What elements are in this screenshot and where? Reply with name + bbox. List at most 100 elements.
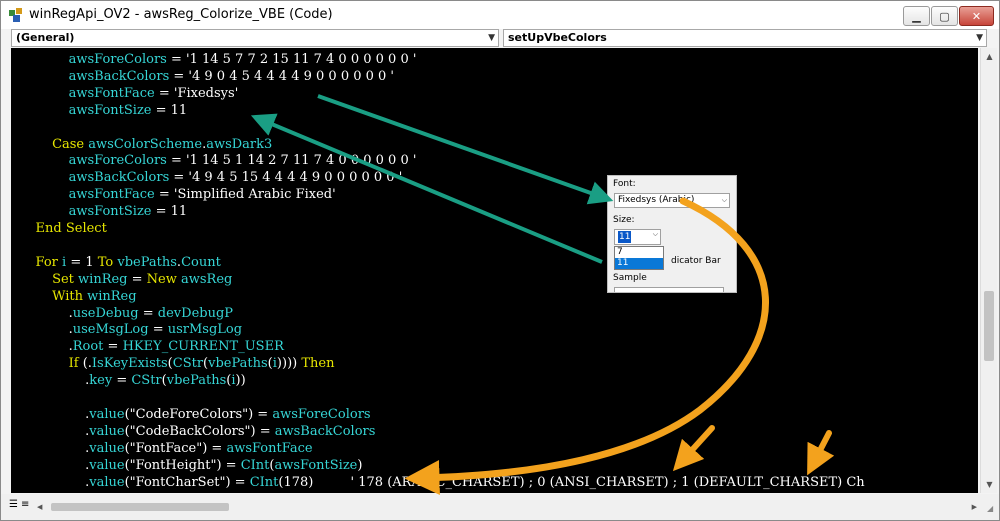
code-keyword: End Select xyxy=(35,221,107,236)
code-line[interactable]: End Select xyxy=(19,221,107,238)
code-line[interactable]: .Root = HKEY_CURRENT_USER xyxy=(19,339,284,356)
code-text: = '4 9 0 4 5 4 4 4 4 9 0 0 0 0 0 0 ' xyxy=(169,68,395,84)
horizontal-scrollbar[interactable]: ◀ ▶ xyxy=(37,500,977,514)
code-line[interactable]: awsBackColors = '4 9 0 4 5 4 4 4 4 9 0 0… xyxy=(19,69,394,86)
code-line[interactable]: awsFontSize = 11 xyxy=(19,204,188,221)
code-line[interactable]: If (.IsKeyExists(CStr(vbePaths(i)))) The… xyxy=(19,356,335,373)
code-identifier: key xyxy=(89,373,113,389)
code-identifier: vbePaths xyxy=(117,254,177,270)
code-line[interactable]: awsForeColors = '1 14 5 1 14 2 7 11 7 4 … xyxy=(19,153,417,170)
code-line[interactable]: awsFontFace = 'Simplified Arabic Fixed' xyxy=(19,187,336,204)
code-text: = 'Fixedsys' xyxy=(154,85,239,101)
font-select[interactable]: Fixedsys (Arabic) ⌵ xyxy=(614,193,730,208)
code-line[interactable]: .useMsgLog = usrMsgLog xyxy=(19,322,242,339)
code-keyword: If xyxy=(68,356,83,372)
full-module-view-icon[interactable]: ≡ xyxy=(21,499,31,511)
code-line[interactable]: .value("FontFace") = awsFontFace xyxy=(19,440,313,458)
code-identifier: CInt xyxy=(249,474,279,490)
code-text: = '1 14 5 7 7 2 15 11 7 4 0 0 0 0 0 0 ' xyxy=(166,52,417,67)
procedure-view-icon[interactable]: ☰ xyxy=(9,499,19,511)
title-bar[interactable]: winRegApi_OV2 - awsReg_Colorize_VBE (Cod… xyxy=(1,1,999,29)
code-line[interactable]: .value("FontCharSet") = CInt(178) ' 178 … xyxy=(19,475,865,492)
minimize-button[interactable]: ▁ xyxy=(903,6,930,26)
size-option-7[interactable]: 7 xyxy=(615,247,663,258)
code-identifier: awsFontFace xyxy=(68,187,155,203)
code-identifier: vbePaths xyxy=(166,373,227,389)
code-identifier: awsBackColors xyxy=(68,170,170,186)
code-keyword: New xyxy=(146,271,181,287)
size-options-list[interactable]: 7 11 xyxy=(614,246,664,270)
code-line[interactable]: .key = CStr(vbePaths(i)) xyxy=(19,373,246,390)
code-identifier: awsBackColors xyxy=(68,68,170,84)
code-line[interactable]: awsForeColors = '1 14 5 7 7 2 15 11 7 4 … xyxy=(19,52,417,69)
code-line[interactable]: .useDebug = devDebugP xyxy=(19,306,233,323)
font-options-popup: Font: Fixedsys (Arabic) ⌵ Size: 11 ⌵ 7 1… xyxy=(607,175,737,293)
code-identifier: CInt xyxy=(240,457,270,473)
scroll-down-icon[interactable]: ▼ xyxy=(981,476,998,493)
code-keyword: With xyxy=(52,288,88,304)
code-identifier: awsBackColors xyxy=(274,423,376,439)
font-label: Font: xyxy=(613,179,636,189)
code-line[interactable]: With winReg xyxy=(19,289,137,306)
code-text: ("FontFace") = xyxy=(124,440,227,456)
code-text: = '1 14 5 1 14 2 7 11 7 4 0 0 0 0 0 0 ' xyxy=(166,153,417,169)
scroll-up-icon[interactable]: ▲ xyxy=(981,48,998,65)
code-identifier: CStr xyxy=(131,373,162,389)
code-line[interactable]: awsFontSize = 11 xyxy=(19,102,188,120)
scroll-left-icon[interactable]: ◀ xyxy=(37,500,42,514)
code-line[interactable]: .value("CodeBackColors") = awsBackColors xyxy=(19,424,375,441)
code-identifier: devDebugP xyxy=(157,305,234,321)
code-text: ("CodeBackColors") = xyxy=(124,423,275,439)
sample-box xyxy=(614,287,724,292)
code-line[interactable]: For i = 1 To vbePaths.Count xyxy=(19,255,221,272)
horizontal-scroll-thumb[interactable] xyxy=(51,503,229,511)
scroll-right-icon[interactable]: ▶ xyxy=(972,500,977,514)
code-text: ) xyxy=(357,457,363,473)
code-identifier: Count xyxy=(181,254,221,270)
code-identifier: awsFontSize xyxy=(68,102,152,118)
maximize-button[interactable]: ▢ xyxy=(931,6,958,26)
close-button[interactable]: ✕ xyxy=(959,6,994,26)
chevron-down-icon: ⌵ xyxy=(652,230,658,238)
code-text: ("FontHeight") = xyxy=(124,457,241,473)
window-title: winRegApi_OV2 - awsReg_Colorize_VBE (Cod… xyxy=(29,7,333,22)
code-line[interactable]: .value("FontHeight") = CInt(awsFontSize) xyxy=(19,458,362,475)
code-line[interactable]: Case awsColorScheme.awsDark3 xyxy=(19,137,272,154)
code-editor[interactable]: awsForeColors = '1 14 5 7 7 2 15 11 7 4 … xyxy=(11,48,978,493)
resize-grip-icon[interactable]: ◢ xyxy=(987,504,997,514)
code-identifier: awsDark3 xyxy=(206,136,273,152)
code-line[interactable]: awsFontFace = 'Fixedsys' xyxy=(19,85,239,103)
code-identifier: awsFontFace xyxy=(226,440,313,456)
code-text: (. xyxy=(82,356,92,372)
code-identifier: winReg xyxy=(87,288,137,304)
code-identifier: awsFontSize xyxy=(274,457,358,473)
code-line[interactable]: awsBackColors = '4 9 4 5 15 4 4 4 4 9 0 … xyxy=(19,170,403,187)
code-text: = xyxy=(112,373,132,389)
code-text: ("FontCharSet") = xyxy=(124,474,250,490)
code-identifier: value xyxy=(89,440,125,456)
object-dropdown[interactable]: (General) ▼ xyxy=(11,29,499,47)
code-text: )) xyxy=(235,373,246,389)
code-identifier: vbePaths xyxy=(208,356,268,372)
code-identifier: HKEY_CURRENT_USER xyxy=(122,339,284,355)
size-option-11[interactable]: 11 xyxy=(615,258,663,269)
procedure-dropdown[interactable]: setUpVbeColors ▼ xyxy=(503,29,987,47)
code-identifier: awsForeColors xyxy=(68,52,167,67)
vertical-scroll-thumb[interactable] xyxy=(984,291,994,361)
code-line[interactable]: .value("CodeForeColors") = awsForeColors xyxy=(19,407,370,424)
vertical-scrollbar[interactable]: ▲ ▼ xyxy=(980,48,997,493)
size-select[interactable]: 11 ⌵ xyxy=(614,229,661,245)
code-keyword: Set xyxy=(52,271,79,287)
code-line[interactable]: Set winReg = New awsReg xyxy=(19,272,232,289)
